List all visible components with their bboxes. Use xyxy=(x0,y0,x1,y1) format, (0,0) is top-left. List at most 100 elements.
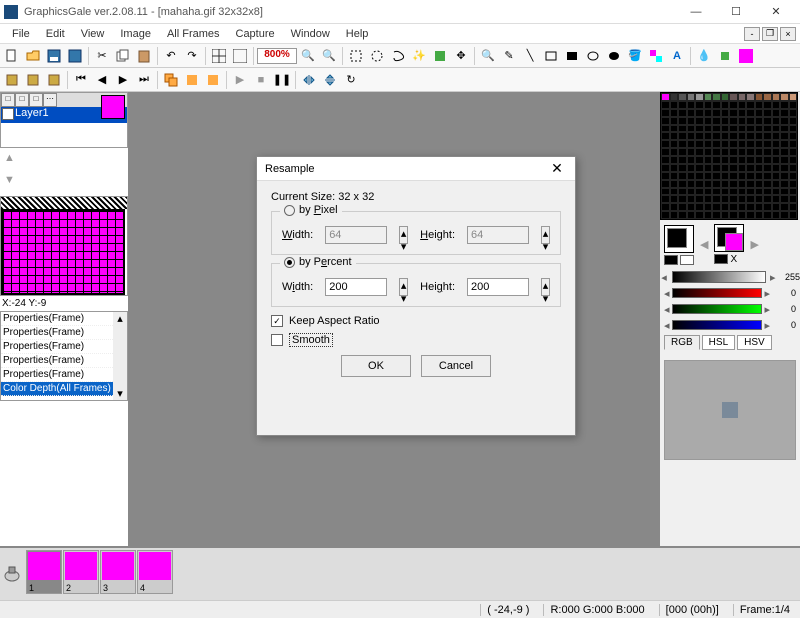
palette-cell[interactable] xyxy=(738,117,747,125)
layer-down-icon[interactable]: ▼ xyxy=(4,174,18,188)
palette-cell[interactable] xyxy=(789,156,798,164)
timeline-frame[interactable]: ⋯4 xyxy=(137,550,173,594)
palette-cell[interactable] xyxy=(729,188,738,196)
timeline-frame[interactable]: ⋯1 xyxy=(26,550,62,594)
palette-cell[interactable] xyxy=(789,188,798,196)
menu-all-frames[interactable]: All Frames xyxy=(159,26,228,42)
color-select-icon[interactable] xyxy=(430,46,450,66)
palette-cell[interactable] xyxy=(763,211,772,219)
pixel-height-spinner[interactable]: ▴▾ xyxy=(541,226,550,244)
palette-cell[interactable] xyxy=(678,203,687,211)
history-scrollbar[interactable]: ▴▾ xyxy=(113,312,127,400)
palette-cell[interactable] xyxy=(729,211,738,219)
history-item[interactable]: Properties(Frame) xyxy=(1,340,127,354)
palette-cell[interactable] xyxy=(670,172,679,180)
palette-cell[interactable] xyxy=(780,195,789,203)
onion-next-icon[interactable] xyxy=(203,70,223,90)
onion-skin-icon[interactable] xyxy=(161,70,181,90)
palette-cell[interactable] xyxy=(695,132,704,140)
palette-cell[interactable] xyxy=(704,140,713,148)
palette-cell[interactable] xyxy=(772,211,781,219)
palette-cell[interactable] xyxy=(712,172,721,180)
palette-cell[interactable] xyxy=(687,172,696,180)
menu-view[interactable]: View xyxy=(73,26,113,42)
palette-cell[interactable] xyxy=(678,117,687,125)
palette-cell[interactable] xyxy=(670,195,679,203)
palette-cell[interactable] xyxy=(661,180,670,188)
layer-visibility-icon[interactable] xyxy=(2,108,14,120)
first-frame-icon[interactable]: ⏮ xyxy=(71,70,91,90)
palette-cell[interactable] xyxy=(687,132,696,140)
palette-cell[interactable] xyxy=(712,117,721,125)
palette-cell[interactable] xyxy=(704,156,713,164)
palette-cell[interactable] xyxy=(721,117,730,125)
palette-cell[interactable] xyxy=(678,125,687,133)
palette-cell[interactable] xyxy=(780,117,789,125)
palette-cell[interactable] xyxy=(763,101,772,109)
menu-image[interactable]: Image xyxy=(112,26,159,42)
antialias-icon[interactable] xyxy=(715,46,735,66)
palette-cell[interactable] xyxy=(789,211,798,219)
palette-cell[interactable] xyxy=(738,203,747,211)
palette-cell[interactable] xyxy=(712,109,721,117)
palette-cell[interactable] xyxy=(789,101,798,109)
palette-cell[interactable] xyxy=(763,117,772,125)
palette-cell[interactable] xyxy=(670,109,679,117)
palette-cell[interactable] xyxy=(789,164,798,172)
palette-cell[interactable] xyxy=(721,93,730,101)
palette-cell[interactable] xyxy=(670,156,679,164)
palette-cell[interactable] xyxy=(738,211,747,219)
palette-cell[interactable] xyxy=(687,101,696,109)
palette-cell[interactable] xyxy=(695,125,704,133)
layer-up-icon[interactable]: ▲ xyxy=(4,152,18,166)
palette-cell[interactable] xyxy=(789,125,798,133)
palette-cell[interactable] xyxy=(772,109,781,117)
palette-cell[interactable] xyxy=(729,164,738,172)
palette-cell[interactable] xyxy=(738,125,747,133)
palette-cell[interactable] xyxy=(661,101,670,109)
palette-cell[interactable] xyxy=(678,156,687,164)
minimize-button[interactable]: — xyxy=(676,1,716,23)
palette-cell[interactable] xyxy=(704,101,713,109)
palette-cell[interactable] xyxy=(704,132,713,140)
save-as-icon[interactable] xyxy=(65,46,85,66)
palette-cell[interactable] xyxy=(755,117,764,125)
palette-cell[interactable] xyxy=(721,125,730,133)
palette-cell[interactable] xyxy=(772,140,781,148)
palette-cell[interactable] xyxy=(746,164,755,172)
pixel-width-spinner[interactable]: ▴▾ xyxy=(399,226,408,244)
palette-cell[interactable] xyxy=(763,188,772,196)
palette-cell[interactable] xyxy=(729,125,738,133)
close-button[interactable]: ✕ xyxy=(756,1,796,23)
palette-cell[interactable] xyxy=(721,180,730,188)
palette-cell[interactable] xyxy=(712,148,721,156)
undo-icon[interactable]: ↶ xyxy=(161,46,181,66)
menu-window[interactable]: Window xyxy=(283,26,338,42)
palette-cell[interactable] xyxy=(661,148,670,156)
palette-cell[interactable] xyxy=(780,125,789,133)
palette-cell[interactable] xyxy=(738,180,747,188)
palette-cell[interactable] xyxy=(746,172,755,180)
palette-cell[interactable] xyxy=(678,140,687,148)
palette-cell[interactable] xyxy=(738,101,747,109)
palette-cell[interactable] xyxy=(712,101,721,109)
palette-cell[interactable] xyxy=(695,140,704,148)
palette-cell[interactable] xyxy=(789,180,798,188)
color-palette[interactable] xyxy=(660,92,798,220)
palette-cell[interactable] xyxy=(712,125,721,133)
palette-cell[interactable] xyxy=(755,101,764,109)
zoom-out-icon[interactable]: 🔍 xyxy=(298,46,318,66)
palette-cell[interactable] xyxy=(746,180,755,188)
select-rect-icon[interactable] xyxy=(346,46,366,66)
palette-cell[interactable] xyxy=(755,180,764,188)
palette-cell[interactable] xyxy=(712,156,721,164)
palette-cell[interactable] xyxy=(678,211,687,219)
child-close-button[interactable]: × xyxy=(780,27,796,41)
palette-cell[interactable] xyxy=(772,172,781,180)
blue-slider[interactable] xyxy=(672,320,763,330)
smooth-checkbox[interactable] xyxy=(271,334,283,346)
palette-cell[interactable] xyxy=(687,188,696,196)
default-colors-icon[interactable] xyxy=(680,255,694,265)
palette-cell[interactable] xyxy=(780,172,789,180)
palette-cell[interactable] xyxy=(661,93,670,101)
